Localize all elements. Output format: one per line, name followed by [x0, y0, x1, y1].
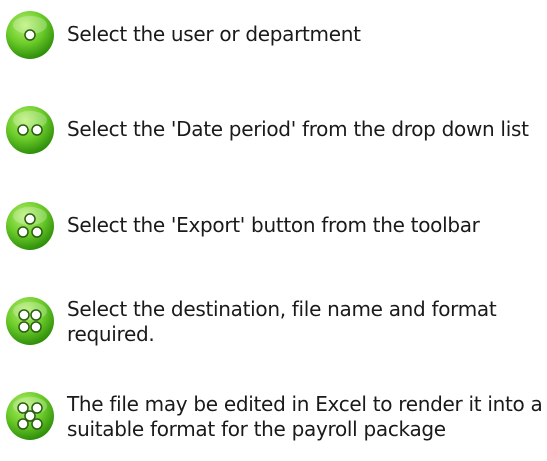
step-2-text: Select the 'Date period' from the drop d…	[67, 117, 529, 141]
step-bullet-3-dots-icon	[6, 202, 54, 250]
step-3-text: Select the 'Export' button from the tool…	[67, 213, 480, 237]
step-bullet-5-dots-icon	[6, 392, 54, 440]
step-2: Select the 'Date period' from the drop d…	[0, 104, 547, 156]
step-1-text: Select the user or department	[67, 22, 361, 46]
step-bullet-2-dots-icon	[6, 106, 54, 154]
step-5: The file may be edited in Excel to rende…	[0, 390, 547, 442]
step-5-text: The file may be edited in Excel to rende…	[67, 392, 543, 441]
step-1: Select the user or department	[0, 9, 547, 61]
step-bullet-1-dot-icon	[6, 11, 54, 59]
step-4: Select the destination, file name and fo…	[0, 295, 547, 347]
step-4-text: Select the destination, file name and fo…	[67, 297, 497, 346]
step-bullet-4-dots-icon	[6, 297, 54, 345]
step-3: Select the 'Export' button from the tool…	[0, 200, 547, 252]
